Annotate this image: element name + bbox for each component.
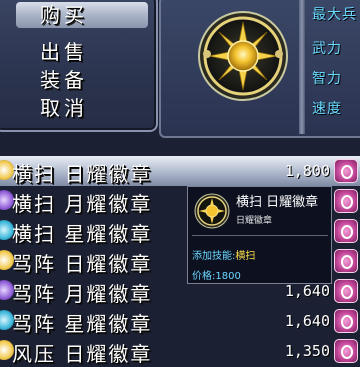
item-tooltip: 横扫 日耀徽章 日耀徽章 添加技能:横扫 价格:1800 (187, 186, 332, 284)
list-item[interactable]: 风压 日耀徽章 1,350 (0, 336, 360, 366)
currency-badge-icon (334, 339, 358, 363)
stat-intellect: 智力 (312, 71, 342, 87)
list-item[interactable]: 骂阵 星耀徽章 1,640 (0, 306, 360, 336)
currency-badge-icon (334, 309, 358, 333)
item-price: 1,640 (284, 312, 330, 330)
stat-strength: 武力 (312, 41, 342, 57)
menu-item-sell[interactable]: 出售 (40, 36, 88, 65)
menu-item-equip[interactable]: 装备 (40, 64, 88, 93)
currency-badge-icon (334, 249, 358, 273)
item-name: 骂阵 月耀徽章 (12, 282, 153, 306)
command-menu: 购买 出售 装备 取消 (0, 0, 158, 132)
currency-badge-icon (334, 159, 358, 183)
tooltip-subtitle: 日耀徽章 (236, 216, 273, 226)
item-price: 1,800 (284, 162, 330, 180)
item-name: 骂阵 日耀徽章 (12, 252, 153, 276)
skill-label: 添加技能: (192, 251, 236, 262)
item-price: 1,640 (284, 282, 330, 300)
currency-badge-icon (334, 279, 358, 303)
menu-item-cancel[interactable]: 取消 (40, 92, 88, 121)
list-item[interactable]: 横扫 日耀徽章 1,800 (0, 156, 360, 186)
currency-badge-icon (334, 189, 358, 213)
tooltip-skill: 添加技能:横扫 (192, 247, 255, 262)
tooltip-divider (192, 235, 328, 236)
item-name: 横扫 月耀徽章 (12, 192, 153, 216)
stat-max-troops: 最大兵 (312, 7, 357, 23)
sun-emblem-icon (198, 11, 288, 101)
tooltip-price: 价格:1800 (192, 267, 241, 282)
item-name: 横扫 星耀徽章 (12, 222, 153, 246)
menu-item-label: 购买 (40, 3, 88, 27)
tooltip-title: 横扫 日耀徽章 (236, 195, 319, 210)
panel-divider (299, 0, 305, 134)
item-price: 1,350 (284, 342, 330, 360)
item-name: 骂阵 星耀徽章 (12, 312, 153, 336)
item-name: 横扫 日耀徽章 (12, 162, 153, 186)
menu-item-buy[interactable]: 购买 (16, 2, 148, 28)
item-name: 风压 日耀徽章 (12, 342, 153, 366)
currency-badge-icon (334, 219, 358, 243)
sun-emblem-icon (194, 193, 230, 229)
stat-speed: 速度 (312, 101, 342, 117)
price-value: 1800 (215, 271, 241, 282)
skill-value: 横扫 (235, 251, 256, 262)
price-label: 价格: (192, 271, 216, 282)
